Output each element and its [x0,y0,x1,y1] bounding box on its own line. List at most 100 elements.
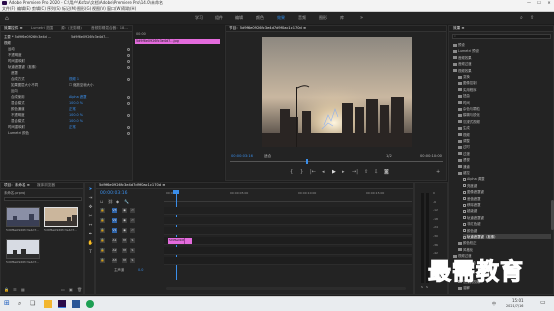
reset-icon[interactable] [127,96,130,99]
tab-audio-mixer[interactable]: 音频剪辑混合器：18... [91,26,128,31]
add-button-icon[interactable]: + [436,170,440,175]
effects-folder-item[interactable]: 扭曲 [458,93,551,98]
resolution-select[interactable]: 1/2 [386,154,392,159]
reset-icon[interactable] [127,114,130,117]
effects-folder-item[interactable]: 过渡 [458,151,551,156]
program-video-frame[interactable] [262,37,412,147]
menu-graphics[interactable]: 图形(G) [77,7,91,11]
notification-icon[interactable]: ▭ [540,300,546,306]
menu-clip[interactable]: 剪辑(C) [32,7,46,11]
effects-folder-item[interactable]: 模糊与锐化 [458,112,551,117]
workspace-libraries[interactable]: 库 [340,16,344,20]
icon-view-icon[interactable]: ▦ [21,288,25,292]
solo-track-button[interactable]: S [130,258,135,263]
ime-indicator[interactable]: 中 [492,302,496,306]
effects-folder-item[interactable]: 透视 [458,157,551,162]
menu-edit[interactable]: 编辑(E) [17,7,31,11]
search-icon[interactable]: ⌕ [520,15,523,21]
sync-lock-icon[interactable]: ▱ [130,218,135,223]
clip-thumbnail[interactable] [6,207,40,227]
composite-value[interactable]: 视频 1 [69,77,79,81]
search-icon[interactable]: ⌕ [18,301,21,307]
effects-folder-item[interactable]: 通道 [458,164,551,169]
lock-track-icon[interactable]: 🔒 [100,208,105,213]
tab-program[interactable]: 节目：5d9f6e0926fc3e4d7d9f0ac1c170d ≡ [229,26,306,31]
reset-icon[interactable] [127,132,130,135]
solo-track-button[interactable]: S [130,238,135,243]
linked-selection-icon[interactable]: ⛓ [108,200,113,204]
effect-clip-bar[interactable]: 5d9f6e0926fc3e4d7...jpg [135,39,220,44]
play-icon[interactable]: ▶ [332,170,336,175]
track-lane[interactable] [164,227,412,235]
effects-folder-item[interactable]: 风格化 [458,247,551,252]
lock-track-icon[interactable]: 🔒 [100,248,105,253]
effects-folder-item[interactable]: 图像控制 [458,80,551,85]
mute-track-button[interactable]: M [122,238,127,243]
ripple-edit-icon[interactable]: ✥ [87,205,94,211]
workspace-assembly[interactable]: 组件 [215,16,223,20]
workspace-color[interactable]: 颜色 [256,16,264,20]
workspace-graphics[interactable]: 图形 [319,16,327,20]
lock-track-icon[interactable]: 🔒 [100,238,105,243]
track-header-a1[interactable]: 🔒 A1 M S [100,237,150,245]
effects-folder-item[interactable]: 实用程序 [458,87,551,92]
project-search-input[interactable] [4,197,82,201]
effects-folder-item[interactable]: 时间 [458,100,551,105]
sync-lock-icon[interactable]: ▱ [130,208,135,213]
clock-time[interactable]: 15:01 [512,299,524,303]
track-header-v2[interactable]: 🔒 V2 ◉ ▱ [100,217,150,225]
effects-folder-item[interactable]: 溶解 [458,285,551,290]
effects-item[interactable]: 图像遮罩键 [463,189,551,194]
mark-out-icon[interactable]: } [300,170,303,175]
workspace-effects[interactable]: 效果 [277,16,285,20]
reset-icon[interactable] [127,48,130,51]
lock-icon[interactable]: 🔒 [4,288,9,292]
type-tool-icon[interactable]: T [87,250,94,256]
track-target-button[interactable]: A3 [112,258,117,263]
camera-icon[interactable]: ◙ [384,170,389,175]
program-playhead[interactable] [306,159,308,164]
tab-lumetri-scopes[interactable]: Lumetri 范围 [31,26,53,31]
reset-icon[interactable] [127,126,130,129]
clip-thumbnail[interactable] [44,207,78,227]
solo-button[interactable]: S [421,286,423,289]
fit-select[interactable]: 适合 [264,154,271,159]
effects-folder-item[interactable]: Lumetri 预设 [453,48,551,53]
track-header-a2[interactable]: 🔒 A2 M S [100,247,150,255]
lift-icon[interactable]: ⇧ [364,170,368,175]
tab-effect-controls[interactable]: 效果控件 ≡ [4,26,23,31]
list-view-icon[interactable]: ☰ [13,288,17,292]
tab-sequence[interactable]: 5d9f6e0926fc3e4d7d9f0ac1c170d ≡ [99,183,165,188]
effects-folder-item[interactable]: 调整 [458,138,551,143]
effects-folder-item[interactable]: 视频 [458,132,551,137]
track-target-button[interactable]: A2 [112,248,117,253]
solo-track-button[interactable]: S [130,248,135,253]
lock-track-icon[interactable]: 🔒 [100,228,105,233]
timeline-timecode[interactable]: 00:00:03:16 [100,191,127,197]
effects-folder-item[interactable]: 预设 [453,42,551,47]
value-5[interactable]: 正常 [69,125,76,129]
reset-icon[interactable] [127,66,130,69]
lock-track-icon[interactable]: 🔒 [100,258,105,263]
premiere-taskbar-icon[interactable] [58,300,66,308]
solo-button[interactable]: S [426,286,428,289]
track-target-button[interactable]: A1 [112,238,117,243]
track-target-button[interactable]: V1 [112,228,117,233]
row-lumetri[interactable]: Lumetri 颜色 [8,131,29,135]
workspace-learn[interactable]: 学习 [195,16,203,20]
windows-start-icon[interactable]: ⊞ [4,300,10,307]
track-lane[interactable] [164,207,412,215]
program-current-timecode[interactable]: 00:00:03:16 [231,154,253,159]
new-bin-icon[interactable]: ▭ [61,288,65,292]
effects-item[interactable]: 轨道遮罩键 [463,215,551,220]
word-icon[interactable] [72,300,80,308]
track-select-icon[interactable]: ⇥ [87,196,94,202]
effects-item[interactable]: 超级键 [463,208,551,213]
effects-item[interactable]: 轨道遮罩键（抠像） [463,234,551,239]
mark-in-icon[interactable]: { [290,170,293,175]
value-1[interactable]: 100.0 % [69,101,83,105]
tab-source[interactable]: 源：(无剪辑) [61,26,82,31]
share-icon[interactable]: ⇪ [530,15,534,21]
effects-folder-item[interactable]: 音频效果 [453,55,551,60]
snap-icon[interactable]: ⊔ [100,200,103,204]
